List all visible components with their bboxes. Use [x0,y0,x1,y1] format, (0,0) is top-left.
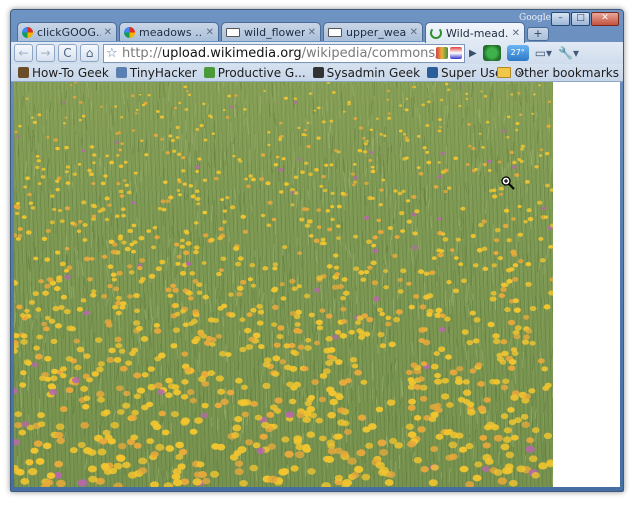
home-button[interactable]: ⌂ [80,44,99,62]
bookmark-label: TinyHacker [129,65,197,80]
tab-meadows[interactable]: meadows ... ✕ [119,22,219,41]
minimize-button[interactable]: – [551,12,570,26]
window-controls: – □ ✕ [551,12,619,26]
tab-title: clickGOOG... [37,25,101,39]
tab-wild-meadow[interactable]: Wild-mead... ✕ [425,22,525,43]
page-action-icon[interactable] [436,47,448,59]
weather-extension-icon[interactable]: 27° [506,45,529,61]
bookmark-super-user[interactable]: Super User [427,66,507,80]
loading-icon [430,27,442,39]
url-text[interactable]: http://upload.wikimedia.org/wikipedia/co… [122,46,436,61]
bookmark-label: How-To Geek [32,65,109,80]
bookmark-productive-geek[interactable]: Productive G... [203,65,306,80]
address-bar[interactable]: ☆ http://upload.wikimedia.org/wikipedia/… [103,43,465,63]
other-bookmarks-label: Other bookmarks [514,65,619,80]
page-menu-icon[interactable]: ▭▾ [535,46,552,60]
url-host: upload.wikimedia.org [161,45,302,61]
forward-button[interactable]: → [36,44,55,62]
back-button[interactable]: ← [14,44,33,62]
productive-geek-icon [203,67,215,78]
other-bookmarks-folder[interactable]: Other bookmarks [496,65,619,80]
wildflower-field [14,82,553,487]
tab-title: upper_wea... [346,25,407,39]
url-path: /wikipedia/commons/4/4 [301,45,436,61]
tab-wild-flower[interactable]: wild_flower... ✕ [221,22,321,41]
bookmark-sysadmin-geek[interactable]: Sysadmin Geek [312,65,421,80]
reload-button[interactable]: C [58,44,77,62]
bookmark-label: Productive G... [217,65,306,80]
flag-icon[interactable] [450,47,462,59]
refresh-extension-icon[interactable] [482,45,501,61]
toolbar: ← → C ⌂ ☆ http://upload.wikimedia.org/wi… [11,42,623,64]
close-tab-icon[interactable]: ✕ [104,27,112,38]
wrench-menu-icon[interactable]: 🔧▾ [558,46,579,60]
tab-upper-wea[interactable]: upper_wea... ✕ [323,22,423,41]
tab-clickgoog[interactable]: clickGOOG... ✕ [17,22,117,41]
bookmark-star-icon[interactable]: ☆ [106,46,120,61]
go-icon[interactable]: ▶ [469,48,477,59]
new-tab-button[interactable]: + [527,27,549,41]
sysadmin-geek-icon [312,67,324,78]
url-scheme: http:// [122,45,162,61]
google-icon [124,26,135,38]
tab-title: meadows ... [139,25,203,39]
superuser-icon [427,67,439,78]
folder-icon [496,67,511,78]
close-button[interactable]: ✕ [591,12,619,26]
close-tab-icon[interactable]: ✕ [512,28,520,39]
meadow-photo[interactable] [14,82,553,487]
tab-strip: clickGOOG... ✕ meadows ... ✕ wild_flower… [17,22,553,43]
tab-title: wild_flower... [244,25,305,39]
omnibox-icons [436,47,462,59]
bookmark-label: Sysadmin Geek [326,65,421,80]
bookmarks-bar: How-To Geek TinyHacker Productive G... S… [11,64,623,82]
zoom-in-cursor-icon [501,176,515,190]
image-icon [328,27,342,37]
tab-title: Wild-mead... [446,26,509,40]
close-tab-icon[interactable]: ✕ [410,27,418,38]
close-tab-icon[interactable]: ✕ [206,27,214,38]
close-tab-icon[interactable]: ✕ [308,27,316,38]
tinyhacker-icon [115,67,127,78]
page-content [14,82,620,487]
bookmark-tinyhacker[interactable]: TinyHacker [115,65,197,80]
image-icon [226,27,240,37]
google-icon [22,26,33,38]
maximize-button[interactable]: □ [571,12,590,26]
browser-window: Google – □ ✕ clickGOOG... ✕ meadows ... … [10,9,624,492]
bookmark-how-to-geek[interactable]: How-To Geek [18,66,109,80]
howtogeek-icon [18,67,29,78]
